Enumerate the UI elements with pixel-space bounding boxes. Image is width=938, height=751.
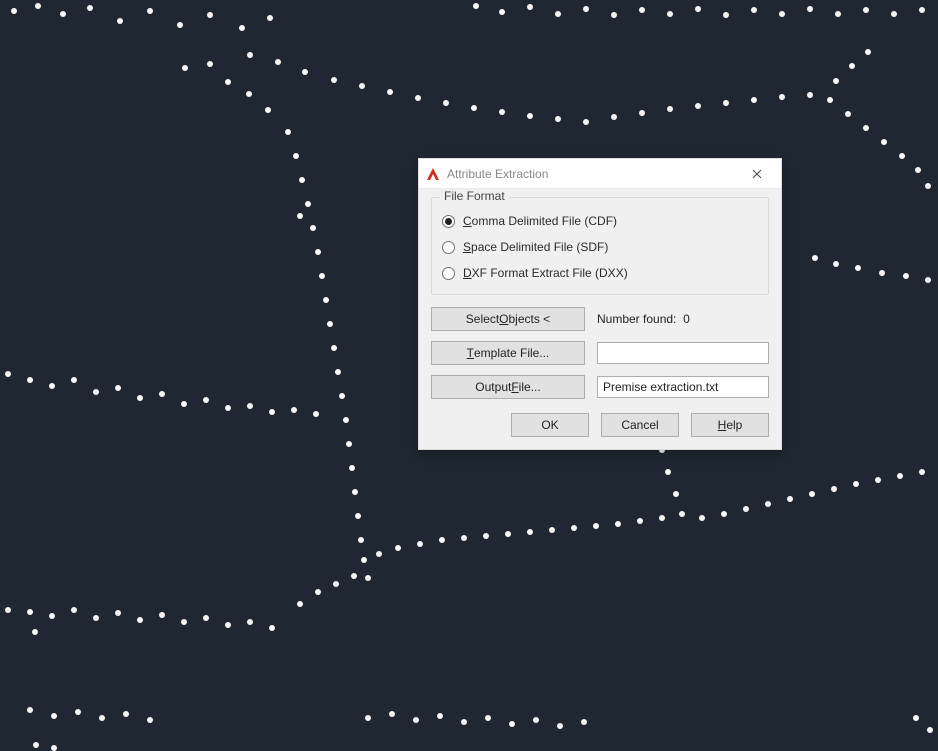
radio-cdf-label: Comma Delimited File (CDF) [463,214,617,228]
radio-dxx[interactable]: DXF Format Extract File (DXX) [442,260,758,286]
select-objects-row: Select Objects < Number found: 0 [431,307,769,331]
number-found-label: Number found: 0 [597,312,690,326]
dialog-title: Attribute Extraction [447,167,737,181]
select-objects-button[interactable]: Select Objects < [431,307,585,331]
template-file-row: Template File... [431,341,769,365]
number-found-value: 0 [683,312,690,326]
radio-sdf-label: Space Delimited File (SDF) [463,240,608,254]
template-file-button[interactable]: Template File... [431,341,585,365]
radio-icon [442,241,455,254]
radio-dxx-label: DXF Format Extract File (DXX) [463,266,628,280]
file-format-groupbox: File Format Comma Delimited File (CDF) S… [431,197,769,295]
close-icon [752,169,762,179]
attribute-extraction-dialog: Attribute Extraction File Format Comma D… [418,158,782,450]
close-button[interactable] [737,160,777,188]
template-file-input[interactable] [597,342,769,364]
ok-button[interactable]: OK [511,413,589,437]
radio-icon [442,215,455,228]
titlebar[interactable]: Attribute Extraction [419,159,781,189]
file-format-legend: File Format [440,189,509,203]
radio-cdf[interactable]: Comma Delimited File (CDF) [442,208,758,234]
autocad-app-icon [425,166,441,182]
cancel-button[interactable]: Cancel [601,413,679,437]
output-file-button[interactable]: Output File... [431,375,585,399]
help-button[interactable]: Help [691,413,769,437]
dialog-button-row: OK Cancel Help [431,409,769,437]
output-file-row: Output File... [431,375,769,399]
dialog-content: File Format Comma Delimited File (CDF) S… [419,189,781,449]
radio-icon [442,267,455,280]
radio-sdf[interactable]: Space Delimited File (SDF) [442,234,758,260]
output-file-input[interactable] [597,376,769,398]
